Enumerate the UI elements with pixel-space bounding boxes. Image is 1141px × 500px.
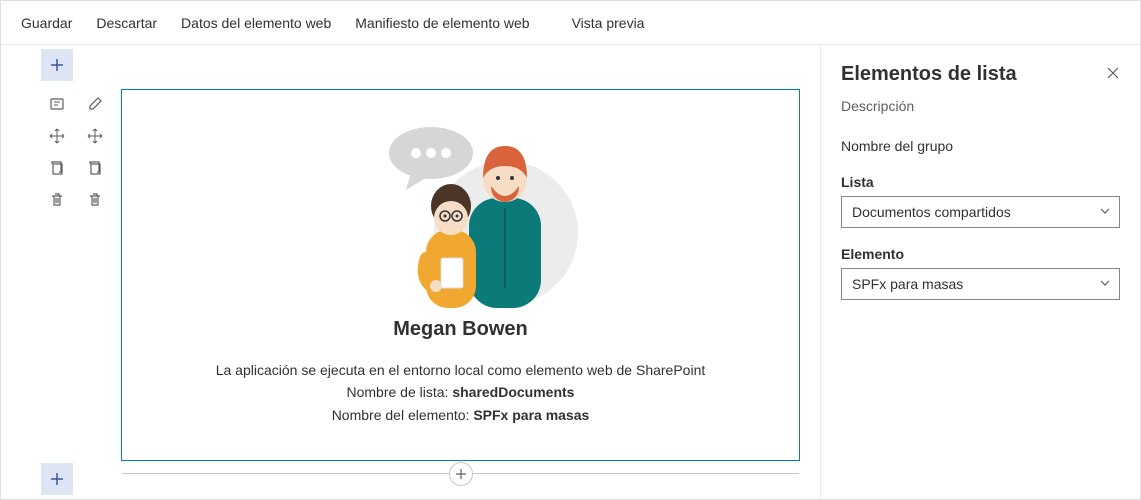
list-dropdown[interactable]: Documentos compartidos: [841, 196, 1120, 228]
property-pane: Elementos de lista Descripción Nombre de…: [820, 45, 1140, 499]
outer-edit-rail: [41, 89, 73, 209]
delete-webpart-button[interactable]: [86, 191, 104, 209]
close-panel-button[interactable]: [1106, 66, 1120, 83]
chevron-down-icon: [1099, 276, 1111, 292]
add-webpart-inline-button[interactable]: [449, 462, 473, 486]
element-name-value: SPFx para masas: [473, 407, 589, 423]
move-webpart-button[interactable]: [86, 127, 104, 145]
plus-icon: [49, 471, 65, 487]
people-illustration: [311, 108, 611, 308]
edit-webpart-button[interactable]: [86, 95, 104, 113]
chevron-down-icon: [1099, 204, 1111, 220]
webpart-data-button[interactable]: Datos del elemento web: [169, 1, 343, 45]
webpart-frame: Megan Bowen La aplicación se ejecuta en …: [121, 89, 800, 461]
list-name-value: sharedDocuments: [452, 384, 574, 400]
list-dropdown-value: Documentos compartidos: [852, 204, 1011, 220]
panel-title: Elementos de lista: [841, 63, 1017, 86]
main-layout: Megan Bowen La aplicación se ejecuta en …: [1, 45, 1140, 499]
preview-button[interactable]: Vista previa: [560, 1, 657, 45]
list-name-line: Nombre de lista: sharedDocuments: [347, 381, 575, 403]
duplicate-webpart-button[interactable]: [86, 159, 104, 177]
workbench-toolbar: Guardar Descartar Datos del elemento web…: [1, 1, 1140, 45]
app-description: La aplicación se ejecuta en el entorno l…: [216, 359, 706, 381]
discard-button[interactable]: Descartar: [84, 1, 169, 45]
inner-edit-rail: [79, 89, 111, 209]
panel-group-name: Nombre del grupo: [841, 138, 1120, 154]
list-field-label: Lista: [841, 174, 1120, 190]
add-section-top-button[interactable]: [41, 49, 73, 81]
save-button[interactable]: Guardar: [9, 1, 84, 45]
move-section-button[interactable]: [48, 127, 66, 145]
plus-icon: [455, 468, 467, 480]
element-name-line: Nombre del elemento: SPFx para masas: [332, 404, 590, 426]
canvas-area: Megan Bowen La aplicación se ejecuta en …: [1, 45, 820, 499]
element-dropdown-value: SPFx para masas: [852, 276, 963, 292]
edit-section-button[interactable]: [48, 95, 66, 113]
add-section-bottom-button[interactable]: [41, 463, 73, 495]
panel-body: Descripción Nombre del grupo Lista Docum…: [821, 92, 1140, 324]
duplicate-section-button[interactable]: [48, 159, 66, 177]
element-dropdown[interactable]: SPFx para masas: [841, 268, 1120, 300]
list-name-label: Nombre de lista:: [347, 384, 453, 400]
panel-description: Descripción: [841, 98, 1120, 114]
person-name: Megan Bowen: [393, 318, 527, 341]
element-name-label: Nombre del elemento:: [332, 407, 474, 423]
plus-icon: [49, 57, 65, 73]
webpart-manifest-button[interactable]: Manifiesto de elemento web: [343, 1, 541, 45]
delete-section-button[interactable]: [48, 191, 66, 209]
element-field-label: Elemento: [841, 246, 1120, 262]
close-icon: [1106, 66, 1120, 80]
panel-header: Elementos de lista: [821, 45, 1140, 92]
